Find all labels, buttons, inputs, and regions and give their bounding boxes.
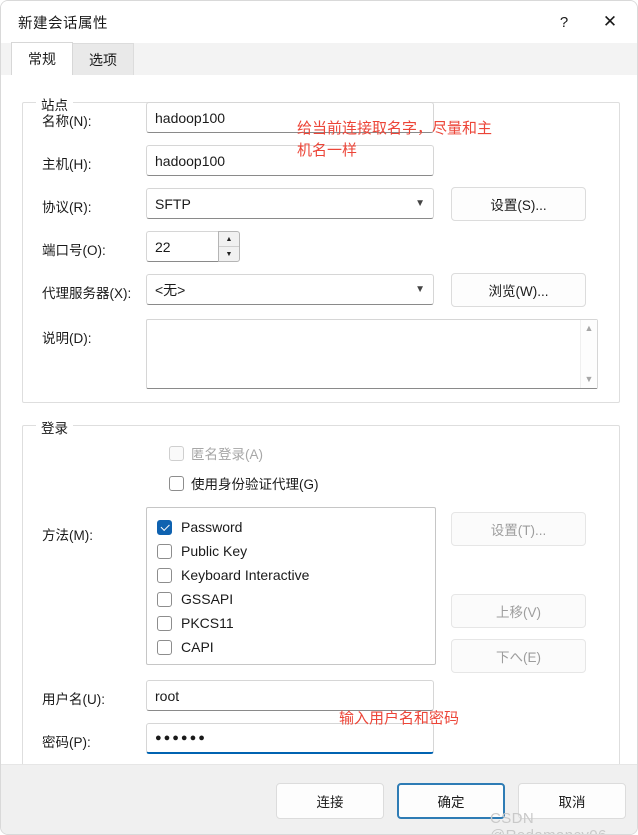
name-label: 名称(N): bbox=[42, 114, 92, 129]
port-stepper[interactable]: 22 ▲ ▼ bbox=[146, 231, 240, 262]
description-text[interactable] bbox=[147, 320, 580, 388]
tab-strip: 常规 选项 bbox=[1, 42, 637, 76]
tab-options[interactable]: 选项 bbox=[72, 43, 134, 75]
username-label: 用户名(U): bbox=[42, 692, 105, 707]
general-tab-panel: 站点 名称(N): hadoop100 主机(H): hadoop100 协议(… bbox=[1, 75, 637, 817]
auth-agent-checkbox[interactable]: 使用身份验证代理(G) bbox=[169, 473, 319, 493]
list-item-pkcs11[interactable]: PKCS11 bbox=[157, 611, 435, 635]
proxy-label: 代理服务器(X): bbox=[42, 286, 132, 301]
protocol-label: 协议(R): bbox=[42, 200, 92, 215]
window-title: 新建会话属性 bbox=[18, 15, 108, 32]
protocol-select[interactable]: SFTP ▼ bbox=[146, 188, 434, 219]
close-icon[interactable]: ✕ bbox=[587, 1, 633, 43]
move-up-button: 上移(V) bbox=[451, 594, 586, 628]
username-input[interactable]: root bbox=[146, 680, 434, 711]
session-properties-dialog: 新建会话属性 ? ✕ 常规 选项 站点 名称(N): hadoop100 主机(… bbox=[0, 0, 638, 835]
host-input[interactable]: hadoop100 bbox=[146, 145, 434, 176]
list-item-label: Keyboard Interactive bbox=[181, 567, 310, 583]
cancel-button[interactable]: 取消 bbox=[518, 783, 626, 819]
method-settings-button: 设置(T)... bbox=[451, 512, 586, 546]
proxy-select[interactable]: <无> ▼ bbox=[146, 274, 434, 305]
auth-agent-label: 使用身份验证代理(G) bbox=[191, 477, 319, 492]
port-label: 端口号(O): bbox=[42, 243, 106, 258]
checkbox-icon[interactable] bbox=[157, 591, 172, 607]
list-item-keyboard-interactive[interactable]: Keyboard Interactive bbox=[157, 563, 435, 587]
checkbox-icon[interactable] bbox=[169, 475, 184, 491]
ok-button[interactable]: 确定 bbox=[397, 783, 505, 819]
move-down-button: 下へ(E) bbox=[451, 639, 586, 673]
password-input[interactable]: ●●●●●● bbox=[146, 723, 434, 754]
list-item-gssapi[interactable]: GSSAPI bbox=[157, 587, 435, 611]
spin-up-icon[interactable]: ▲ bbox=[219, 232, 239, 247]
auth-method-list[interactable]: Password Public Key Keyboard Interactive… bbox=[146, 507, 436, 665]
port-spin-buttons[interactable]: ▲ ▼ bbox=[218, 231, 240, 262]
proxy-selected-value: <无> bbox=[155, 281, 186, 298]
method-label: 方法(M): bbox=[42, 528, 93, 543]
scroll-up-icon[interactable]: ▲ bbox=[585, 324, 594, 333]
checkbox-icon[interactable] bbox=[157, 519, 172, 535]
proxy-browse-button[interactable]: 浏览(W)... bbox=[451, 273, 586, 307]
protocol-selected-value: SFTP bbox=[155, 195, 191, 212]
host-label: 主机(H): bbox=[42, 157, 92, 172]
checkbox-icon[interactable] bbox=[157, 543, 172, 559]
list-item-label: GSSAPI bbox=[181, 591, 234, 607]
password-label: 密码(P): bbox=[42, 735, 91, 750]
connect-button[interactable]: 连接 bbox=[276, 783, 384, 819]
anonymous-login-checkbox: 匿名登录(A) bbox=[169, 443, 263, 463]
description-scrollbar[interactable]: ▲ ▼ bbox=[580, 320, 597, 388]
list-item-public-key[interactable]: Public Key bbox=[157, 539, 435, 563]
list-item-label: Public Key bbox=[181, 543, 248, 559]
checkbox-icon bbox=[169, 445, 184, 461]
list-item-capi[interactable]: CAPI bbox=[157, 635, 435, 659]
tab-general[interactable]: 常规 bbox=[11, 42, 73, 75]
anonymous-login-label: 匿名登录(A) bbox=[191, 447, 263, 462]
chevron-down-icon: ▼ bbox=[415, 197, 425, 209]
checkbox-icon[interactable] bbox=[157, 567, 172, 583]
password-masked-value: ●●●●●● bbox=[155, 732, 207, 744]
chevron-down-icon: ▼ bbox=[415, 283, 425, 295]
list-item-label: PKCS11 bbox=[181, 615, 234, 631]
list-item-label: CAPI bbox=[181, 639, 214, 655]
list-item-label: Password bbox=[181, 519, 243, 535]
title-bar: 新建会话属性 ? ✕ bbox=[1, 1, 637, 43]
checkbox-icon[interactable] bbox=[157, 615, 172, 631]
spin-down-icon[interactable]: ▼ bbox=[219, 247, 239, 261]
dialog-footer: 连接 确定 取消 bbox=[1, 764, 637, 834]
checkbox-icon[interactable] bbox=[157, 639, 172, 655]
list-item-password[interactable]: Password bbox=[157, 515, 435, 539]
name-input[interactable]: hadoop100 bbox=[146, 102, 434, 133]
description-textarea[interactable]: ▲ ▼ bbox=[146, 319, 598, 389]
port-input[interactable]: 22 bbox=[146, 231, 218, 262]
description-label: 说明(D): bbox=[42, 331, 92, 346]
login-group-title: 登录 bbox=[36, 417, 73, 437]
help-icon[interactable]: ? bbox=[541, 1, 587, 43]
protocol-settings-button[interactable]: 设置(S)... bbox=[451, 187, 586, 221]
scroll-down-icon[interactable]: ▼ bbox=[585, 375, 594, 384]
